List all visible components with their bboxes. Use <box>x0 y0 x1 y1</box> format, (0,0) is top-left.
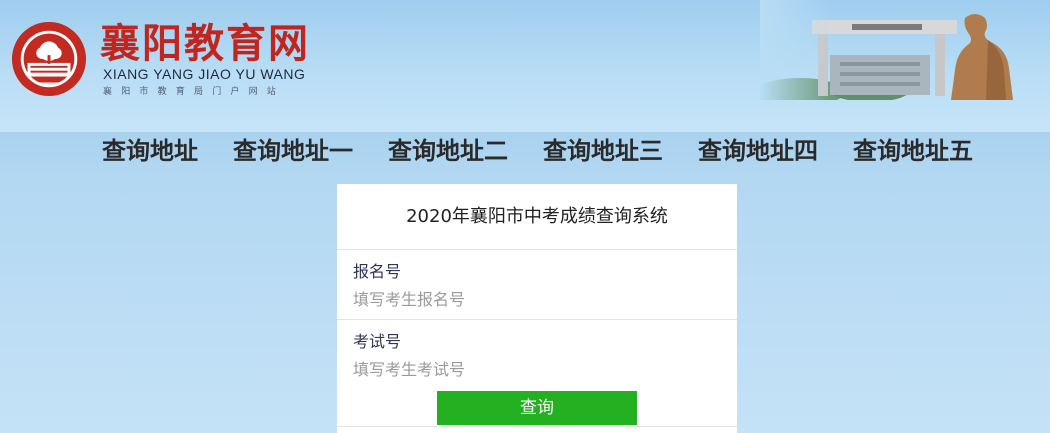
registration-number-label: 报名号 <box>353 262 402 281</box>
registration-number-field: 报名号 <box>337 250 737 320</box>
query-nav: 查询地址 查询地址一 查询地址二 查询地址三 查询地址四 查询地址五 <box>0 130 1050 172</box>
score-query-form: 2020年襄阳市中考成绩查询系统 报名号 考试号 查询 <box>337 184 737 433</box>
registration-number-input[interactable] <box>351 286 715 312</box>
form-title: 2020年襄阳市中考成绩查询系统 <box>337 184 737 250</box>
nav-item-query-address-4[interactable]: 查询地址四 <box>698 136 818 166</box>
site-subtitle: 襄阳市教育局门户网站 <box>103 86 286 96</box>
nav-item-query-address-2[interactable]: 查询地址二 <box>388 136 508 166</box>
exam-number-label: 考试号 <box>353 332 402 351</box>
exam-number-input[interactable] <box>351 356 715 382</box>
query-button[interactable]: 查询 <box>437 391 637 425</box>
nav-item-query-address-1[interactable]: 查询地址一 <box>233 136 353 166</box>
xiangyang-education-emblem-icon[interactable] <box>10 20 88 98</box>
nav-item-query-address[interactable]: 查询地址 <box>102 136 198 166</box>
form-divider <box>337 426 737 427</box>
campus-gate-statue-banner-icon <box>760 0 1050 100</box>
exam-number-field: 考试号 <box>337 320 737 390</box>
nav-item-query-address-5[interactable]: 查询地址五 <box>853 136 973 166</box>
nav-item-query-address-3[interactable]: 查询地址三 <box>543 136 663 166</box>
site-pinyin: XIANG YANG JIAO YU WANG <box>103 66 306 82</box>
site-name[interactable]: 襄阳教育网 <box>100 22 310 66</box>
site-header: 襄阳教育网 XIANG YANG JIAO YU WANG 襄阳市教育局门户网站 <box>0 0 1050 132</box>
